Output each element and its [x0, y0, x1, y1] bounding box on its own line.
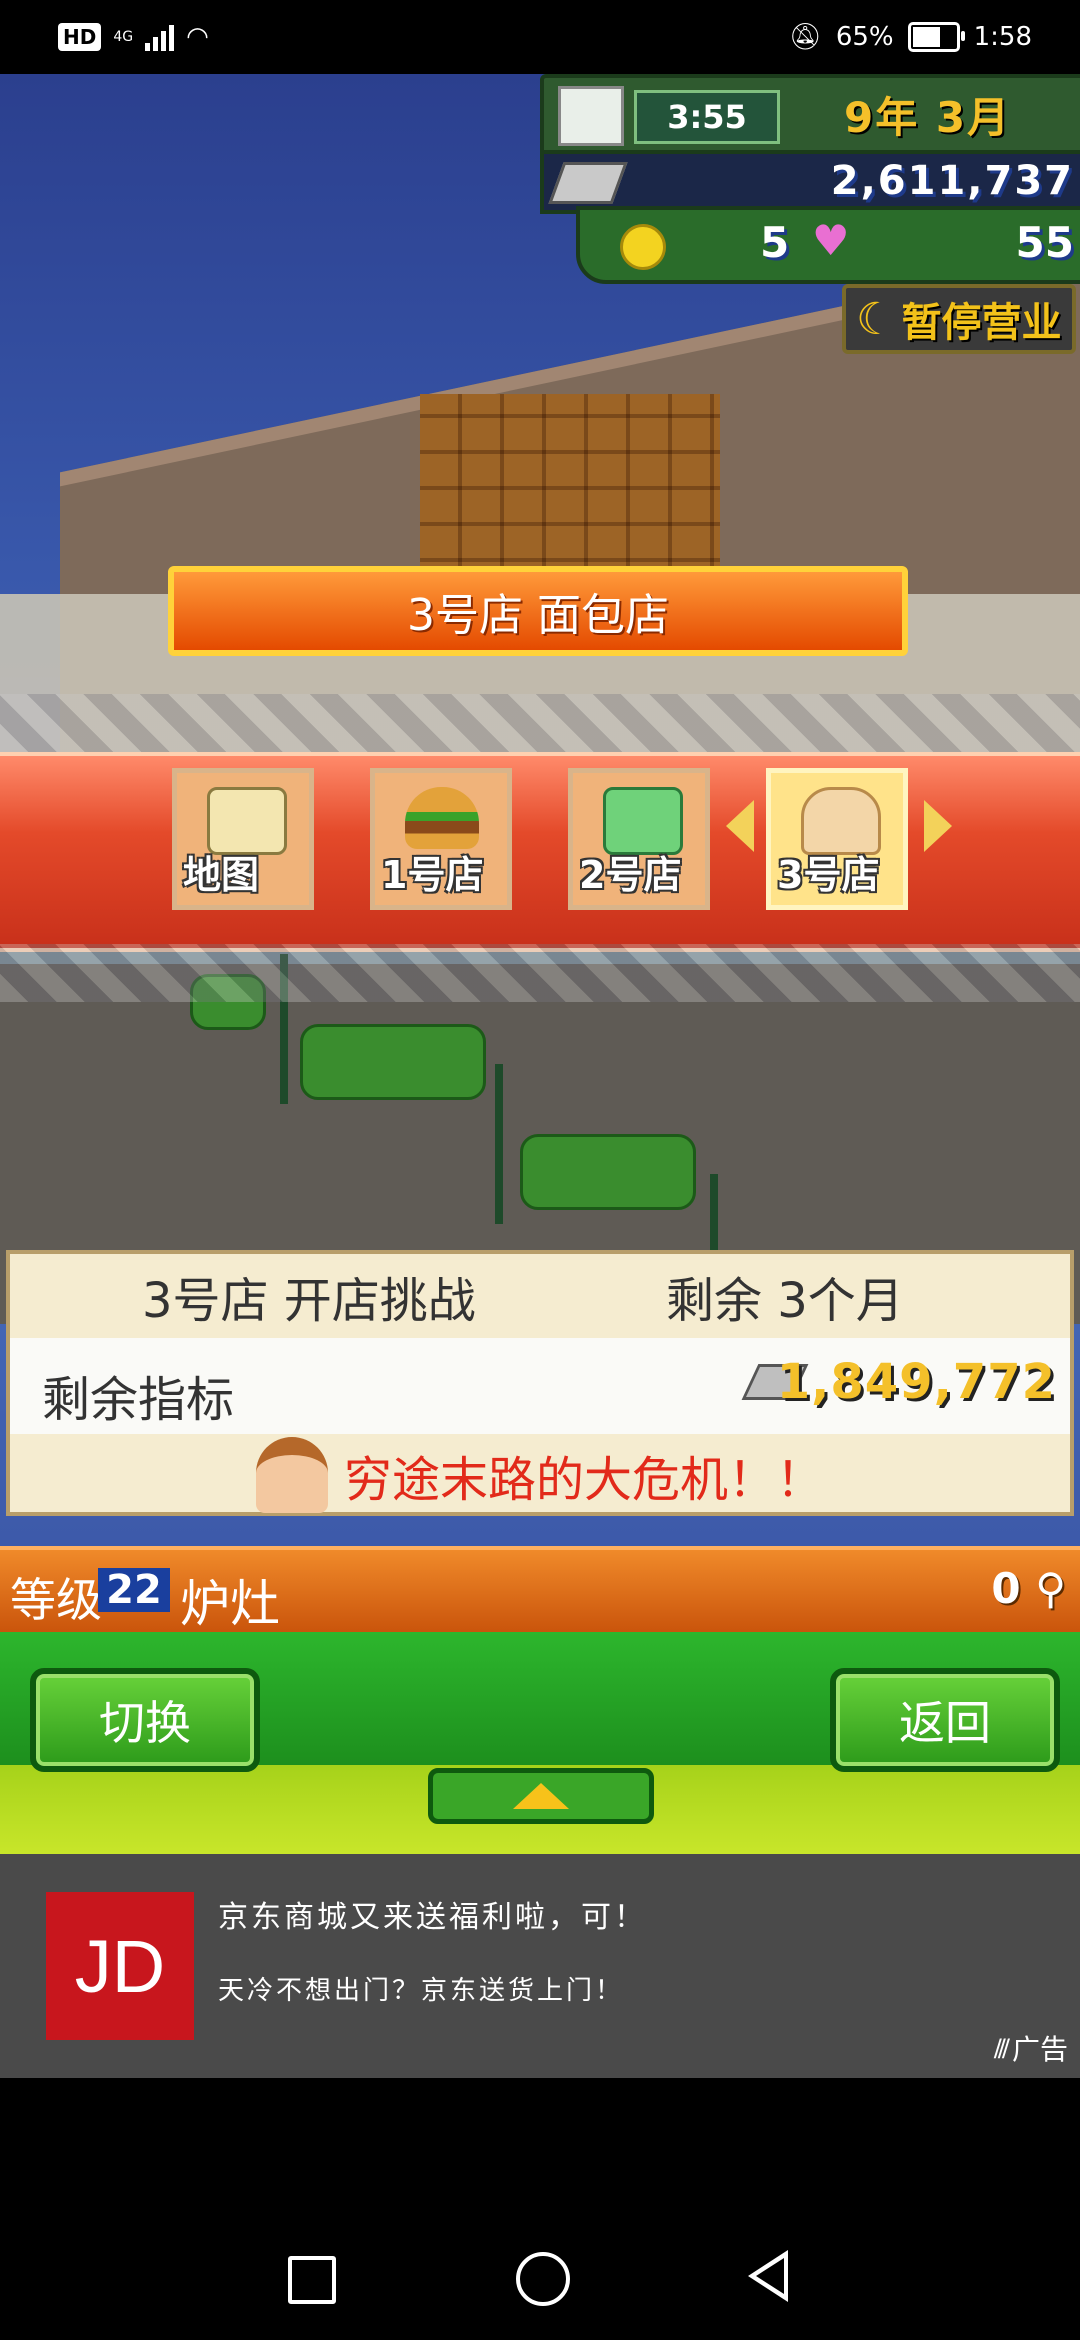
challenge-header: 3号店 开店挑战 剩余 3个月: [10, 1254, 1070, 1338]
top-hud: 3:55 9年 3月 2,611,737 5 ♥ 55: [540, 74, 1080, 284]
battery-icon: [907, 22, 965, 52]
person-icon: ⚲: [1035, 1564, 1066, 1613]
pause-label: 暂停营业: [901, 300, 1062, 346]
challenge-title: 3号店 开店挑战: [142, 1273, 476, 1329]
hd-badge: HD: [58, 23, 102, 51]
tile-label: 2号店: [579, 853, 682, 897]
hedge: [520, 1134, 696, 1210]
tile-label: 地图: [183, 853, 260, 897]
shop-tile-map[interactable]: 地图: [172, 768, 314, 910]
money-value: 2,611,737: [830, 158, 1074, 204]
wifi-icon: ◠: [186, 22, 209, 52]
money-panel: 2,611,737: [540, 150, 1080, 214]
right-arrow-icon[interactable]: [924, 800, 952, 852]
facility-name: 炉灶: [180, 1575, 280, 1633]
system-nav-bar: [0, 2078, 1080, 2340]
stock-boxes: [420, 394, 720, 594]
warning-text: 穷途末路的大危机！！: [343, 1452, 824, 1508]
ad-banner[interactable]: JD 京东商城又来送福利啦，可！ 天冷不想出门？京东送货上门！ /// 广告: [0, 1854, 1080, 2078]
shop-tile-3[interactable]: 3号店: [766, 768, 908, 910]
game-time: 3:55: [634, 90, 780, 144]
heart-count: 55: [1015, 218, 1074, 267]
back-button[interactable]: 返回: [830, 1668, 1060, 1772]
checker-band-top: [0, 694, 1080, 752]
home-icon[interactable]: [516, 2252, 570, 2306]
count-value: 0: [991, 1564, 1021, 1613]
hedge: [300, 1024, 486, 1100]
battery-fill: [912, 27, 940, 47]
clock-time: 1:58: [973, 22, 1032, 52]
street-lamp: [495, 1064, 503, 1224]
ad-subline: 天冷不想出门？京东送货上门！: [218, 1976, 625, 2006]
heart-icon: ♥: [812, 216, 850, 265]
tile-label: 1号店: [381, 853, 484, 897]
battery-percent: 65%: [835, 22, 894, 52]
coin-icon: [620, 224, 666, 270]
status-right: 🔕︎ 65% 1:58: [789, 18, 1032, 56]
status-bar: HD 4G ◠ 🔕︎ 65% 1:58: [0, 0, 1080, 74]
expand-tab[interactable]: [428, 1768, 654, 1824]
target-label: 剩余指标: [42, 1372, 235, 1428]
ad-headline: 京东商城又来送福利啦，可！: [218, 1900, 647, 1935]
mute-bell-icon: 🔕︎: [788, 22, 822, 52]
level-label: 等级: [10, 1573, 102, 1627]
coin-heart-panel: 5 ♥ 55: [576, 206, 1080, 284]
ad-tag-label: 广告: [1011, 2033, 1068, 2066]
ad-tag: /// 广告: [994, 2028, 1068, 2068]
status-left: HD 4G ◠: [58, 18, 209, 56]
checker-band-bottom: [0, 944, 1080, 1002]
tile-label: 3号店: [777, 853, 880, 897]
warning-row: 穷途末路的大危机！！: [10, 1434, 1070, 1516]
signal-icon: [145, 23, 175, 51]
coin-count: 5: [760, 218, 790, 267]
level-number: 22: [98, 1567, 170, 1613]
facility-level-bar: 等级 22 炉灶 0 ⚲: [0, 1546, 1080, 1636]
jd-logo: JD: [46, 1892, 194, 2040]
ad-network-icon: ///: [993, 2034, 1010, 2062]
game-date: 9年 3月: [844, 93, 1012, 142]
advisor-avatar: [255, 1437, 328, 1513]
left-arrow-icon[interactable]: [726, 800, 754, 852]
shop-selector-strip: [0, 752, 1080, 952]
moon-icon: ☾: [856, 293, 896, 345]
arrow-up-icon: [513, 1783, 569, 1809]
shop-tile-1[interactable]: 1号店: [370, 768, 512, 910]
network-label: 4G: [113, 29, 134, 45]
challenge-panel: 3号店 开店挑战 剩余 3个月 剩余指标 1,849,772 穷途末路的大危机！…: [6, 1250, 1074, 1516]
clock-icon: [558, 86, 624, 146]
staff-count: 0 ⚲: [991, 1564, 1066, 1613]
switch-button[interactable]: 切换: [30, 1668, 260, 1772]
shop-tile-2[interactable]: 2号店: [568, 768, 710, 910]
time-date-panel: 3:55 9年 3月: [540, 74, 1080, 156]
shop-title-banner: 3号店 面包店: [168, 566, 908, 656]
recent-apps-icon[interactable]: [288, 2256, 336, 2304]
burger-icon: [405, 787, 479, 849]
challenge-remaining: 剩余 3个月: [666, 1273, 904, 1329]
pause-business-button[interactable]: ☾ 暂停营业: [842, 284, 1076, 354]
target-row: 剩余指标 1,849,772: [10, 1338, 1070, 1434]
money-icon: [548, 162, 628, 204]
back-icon-inner: [756, 2258, 784, 2294]
target-value: 1,849,772: [776, 1354, 1056, 1410]
